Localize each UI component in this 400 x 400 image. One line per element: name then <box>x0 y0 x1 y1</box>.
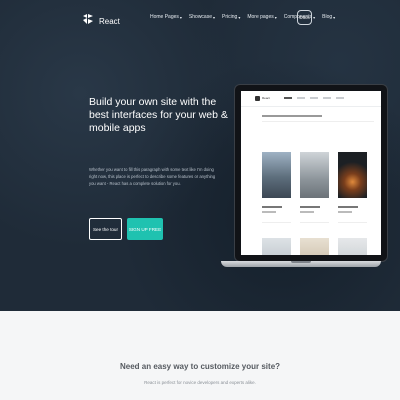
laptop-notch <box>291 261 311 263</box>
card-title <box>262 206 282 208</box>
screen-nav-link <box>297 97 305 99</box>
section-title: Need an easy way to customize your site? <box>119 362 281 371</box>
card-title <box>300 206 320 208</box>
nav-item-home-pages[interactable]: Home Pages ▾ <box>150 14 182 20</box>
screen-card <box>338 238 367 255</box>
screen-nav-link <box>323 97 331 99</box>
nav-item-blog[interactable]: Blog ▾ <box>322 14 335 20</box>
nav-item-pricing[interactable]: Pricing ▾ <box>222 14 240 20</box>
card-photo <box>300 238 329 255</box>
screen-nav-link <box>336 97 344 99</box>
brand-logo[interactable]: React <box>82 12 120 30</box>
campfire-photo <box>338 152 367 198</box>
screen-heading <box>262 115 322 117</box>
screen-card <box>300 238 329 255</box>
card-footer <box>338 221 367 223</box>
forest-photo <box>300 152 329 198</box>
nav-item-label: Showcase <box>188 14 212 20</box>
sign-up-button[interactable]: SIGN UP FREE <box>127 218 163 240</box>
nav-item-label: Home Pages <box>150 14 179 20</box>
chevron-down-icon: ▾ <box>274 14 277 20</box>
nav-item-label: More pages <box>247 14 274 20</box>
docs-button[interactable]: Docs <box>297 10 312 25</box>
nav-item-label: Pricing <box>222 14 238 20</box>
screen-nav-bar: React <box>241 91 381 107</box>
card-subtitle <box>262 211 276 213</box>
screen-nav-link <box>310 97 318 99</box>
nav-item-label: Blog <box>322 14 333 20</box>
see-tour-button[interactable]: See the tour <box>89 218 122 240</box>
screen-brand: React <box>262 96 270 100</box>
chevron-down-icon: ▾ <box>313 14 316 20</box>
screen-nav-link <box>284 97 292 99</box>
chevron-down-icon: ▾ <box>238 14 241 20</box>
screen-nav-links <box>284 97 344 99</box>
screen-logo-icon <box>255 96 260 101</box>
hero-subtext: Whether you want to fill this paragraph … <box>89 167 216 186</box>
nav-item-more-pages[interactable]: More pages ▾ <box>247 14 276 20</box>
brand-name: React <box>99 16 120 26</box>
card-title <box>338 206 358 208</box>
card-photo <box>262 238 291 255</box>
hero-headline: Build your own site with the best interf… <box>89 96 228 134</box>
features-section <box>0 311 400 400</box>
card-subtitle <box>300 211 314 213</box>
card-footer <box>300 221 329 223</box>
laptop-mockup: React <box>221 84 388 270</box>
card-photo <box>338 238 367 255</box>
laptop-lid: React <box>234 84 388 262</box>
react-logo-icon <box>82 12 94 30</box>
screen-card <box>262 152 291 223</box>
laptop-screen: React <box>241 91 381 255</box>
chevron-down-icon: ▾ <box>213 14 216 20</box>
nav-item-showcase[interactable]: Showcase ▾ <box>189 14 215 20</box>
hero-section: React Home Pages ▾ Showcase ▾ Pricing ▾ … <box>0 0 400 311</box>
chevron-down-icon: ▾ <box>333 14 336 20</box>
mountain-photo <box>262 152 291 198</box>
chevron-down-icon: ▾ <box>179 14 182 20</box>
screen-divider <box>262 121 374 122</box>
card-subtitle <box>338 211 352 213</box>
screen-card <box>338 152 367 223</box>
section-subtitle: React is perfect for novice developers a… <box>144 380 256 385</box>
card-footer <box>262 221 291 223</box>
screen-card <box>262 238 291 255</box>
screen-card <box>300 152 329 223</box>
